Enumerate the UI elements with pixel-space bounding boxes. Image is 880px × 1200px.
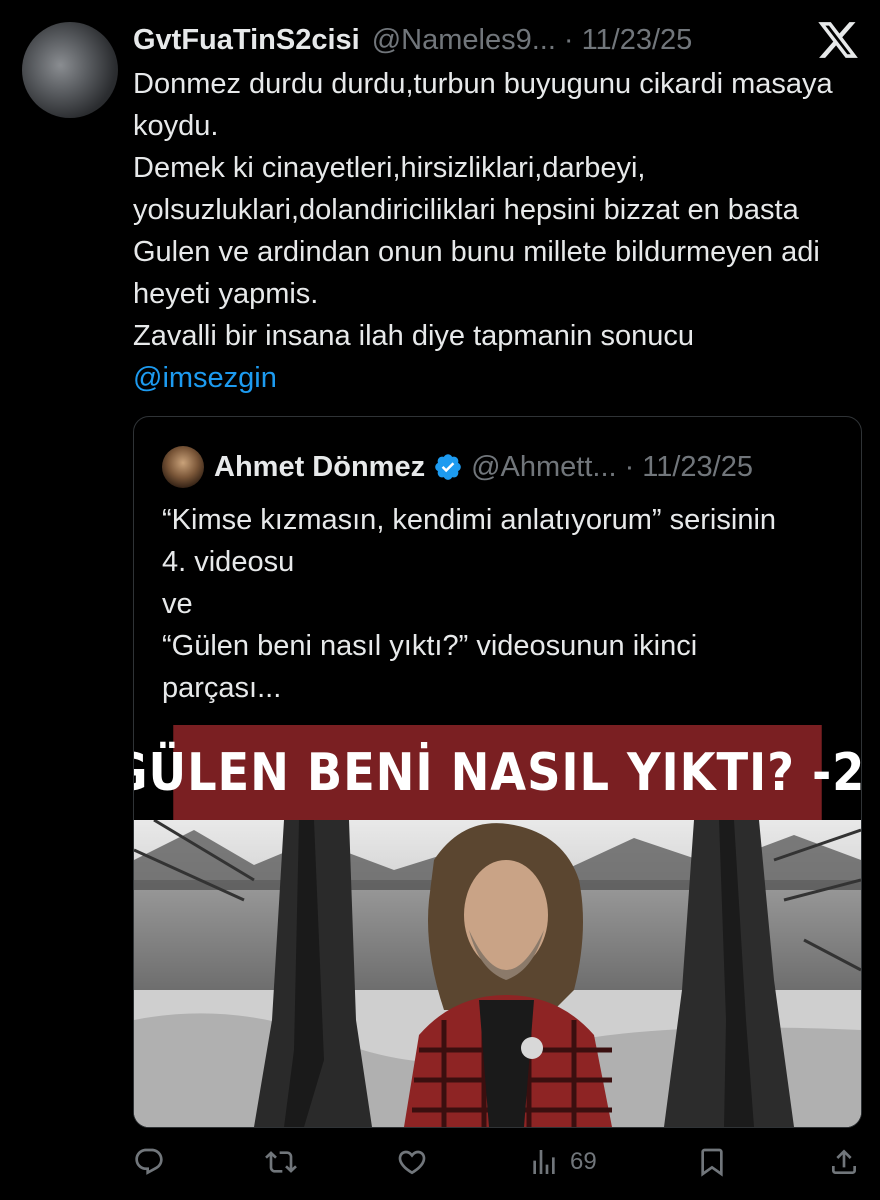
repost-icon — [264, 1151, 297, 1173]
quoted-author-handle[interactable]: @Ahmett... — [471, 451, 616, 484]
verified-badge-icon — [435, 454, 461, 480]
author-name[interactable]: GvtFuaTinS2cisi — [133, 24, 360, 57]
reply-button[interactable] — [133, 1146, 165, 1178]
author-avatar[interactable] — [22, 22, 118, 118]
reply-icon — [135, 1148, 163, 1175]
quoted-line: “Gülen beni nasıl yıktı?” videosunun iki… — [162, 630, 698, 704]
x-logo-icon[interactable] — [816, 18, 860, 62]
repost-button[interactable] — [264, 1146, 297, 1178]
thumbnail-photo — [134, 820, 861, 1127]
bookmark-button[interactable] — [696, 1146, 728, 1178]
tweet-header: GvtFuaTinS2cisi @Nameles9... · 11/23/25 — [133, 22, 813, 58]
views-button[interactable]: 69 — [528, 1146, 597, 1178]
mention-link[interactable]: @imsezgin — [133, 362, 277, 394]
share-icon — [831, 1149, 856, 1174]
quoted-line: ve — [162, 588, 193, 620]
bookmark-icon — [701, 1148, 723, 1177]
tweet-body: Donmez durdu durdu,turbun buyugunu cikar… — [133, 63, 833, 399]
tweet-actions-bar: 69 — [133, 1140, 860, 1184]
quoted-tweet-body: “Kimse kızmasın, kendimi anlatıyorum” se… — [162, 499, 802, 709]
heart-icon — [398, 1150, 426, 1175]
share-button[interactable] — [828, 1146, 860, 1178]
author-handle[interactable]: @Nameles9... — [372, 24, 556, 57]
views-chart-icon — [533, 1150, 555, 1174]
like-button[interactable] — [396, 1146, 428, 1178]
tweet-line: Donmez durdu durdu,turbun buyugunu cikar… — [133, 68, 833, 142]
quoted-tweet-date[interactable]: 11/23/25 — [642, 451, 753, 484]
quoted-line: “Kimse kızmasın, kendimi anlatıyorum” se… — [162, 504, 777, 578]
tweet-line: Demek ki cinayetleri,hirsizliklari,darbe… — [133, 152, 820, 310]
separator-dot: · — [624, 450, 635, 483]
quoted-author-name[interactable]: Ahmet Dönmez — [214, 451, 425, 484]
views-count: 69 — [569, 1148, 597, 1175]
separator-dot: · — [563, 23, 574, 56]
quoted-author-avatar[interactable] — [162, 446, 204, 488]
quoted-tweet[interactable]: Ahmet Dönmez @Ahmett... · 11/23/25 “Kims… — [133, 416, 862, 1128]
tweet-date[interactable]: 11/23/25 — [582, 24, 693, 57]
quoted-tweet-header: Ahmet Dönmez @Ahmett... · 11/23/25 — [162, 446, 753, 488]
thumbnail-title-banner: GÜLEN BENİ NASIL YIKTI? -2- — [134, 725, 861, 820]
tweet-line: Zavalli bir insana ilah diye tapmanin so… — [133, 320, 694, 352]
video-thumbnail[interactable]: GÜLEN BENİ NASIL YIKTI? -2- — [134, 725, 861, 1127]
